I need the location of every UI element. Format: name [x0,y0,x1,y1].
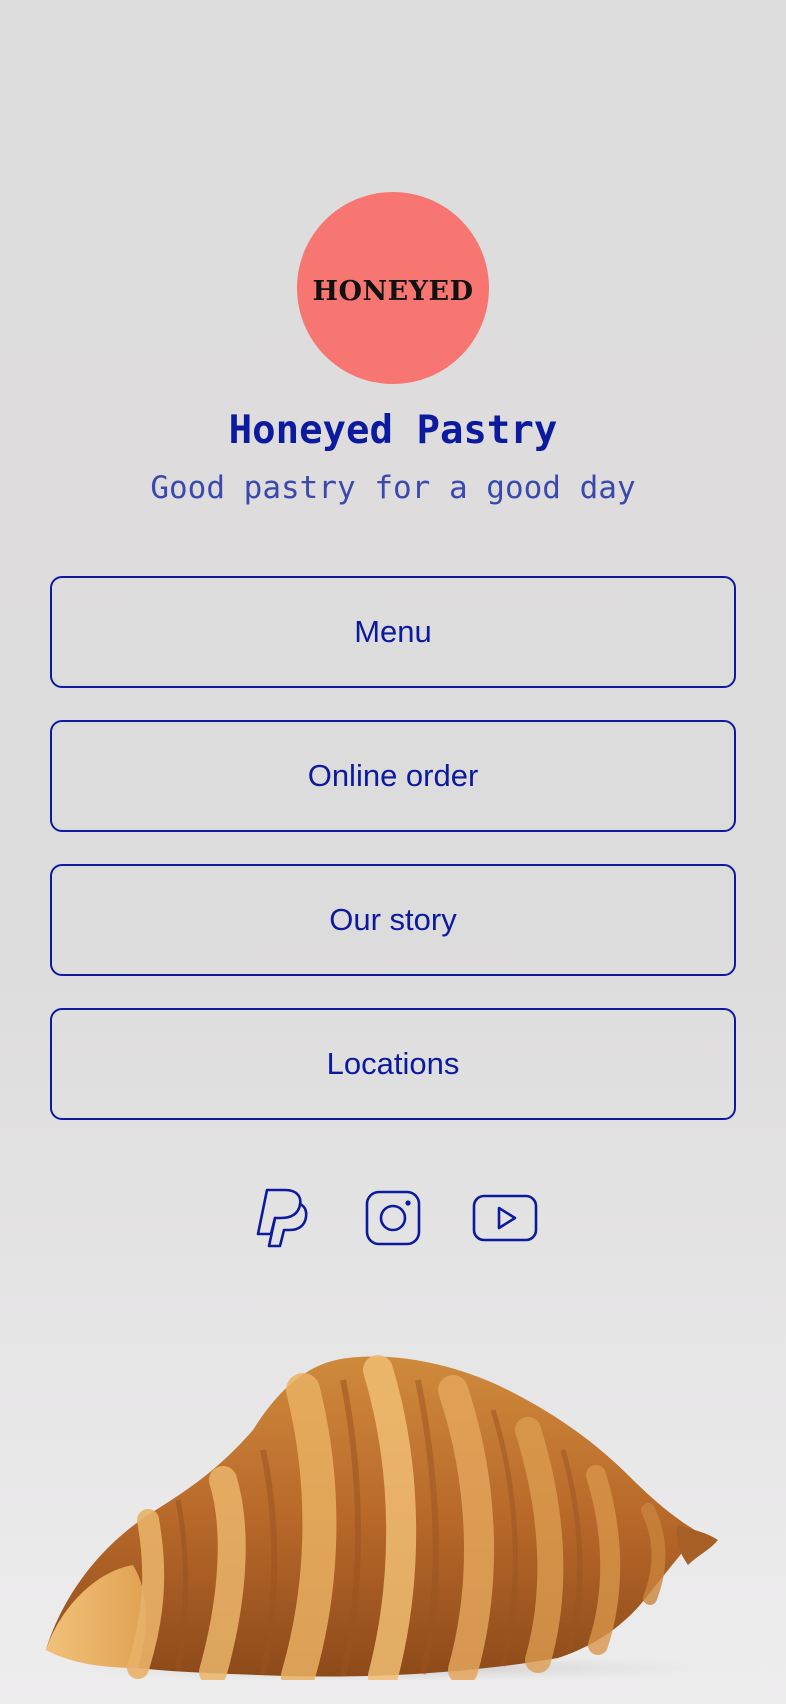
instagram-icon[interactable] [365,1190,421,1246]
page-subtitle: Good pastry for a good day [150,470,636,506]
locations-button[interactable]: Locations [50,1008,736,1120]
paypal-icon[interactable] [255,1188,311,1248]
logo-avatar: HONEYED [297,192,489,384]
page-title: Honeyed Pastry [228,408,558,453]
our-story-button[interactable]: Our story [50,864,736,976]
online-order-button[interactable]: Online order [50,720,736,832]
link-list: Menu Online order Our story Locations [50,576,736,1152]
youtube-icon[interactable] [472,1194,538,1242]
link-page: HONEYED Honeyed Pastry Good pastry for a… [0,0,786,1704]
social-links [0,1188,786,1248]
menu-button[interactable]: Menu [50,576,736,688]
croissant-image [46,1355,728,1680]
logo-text: HONEYED [312,275,474,307]
